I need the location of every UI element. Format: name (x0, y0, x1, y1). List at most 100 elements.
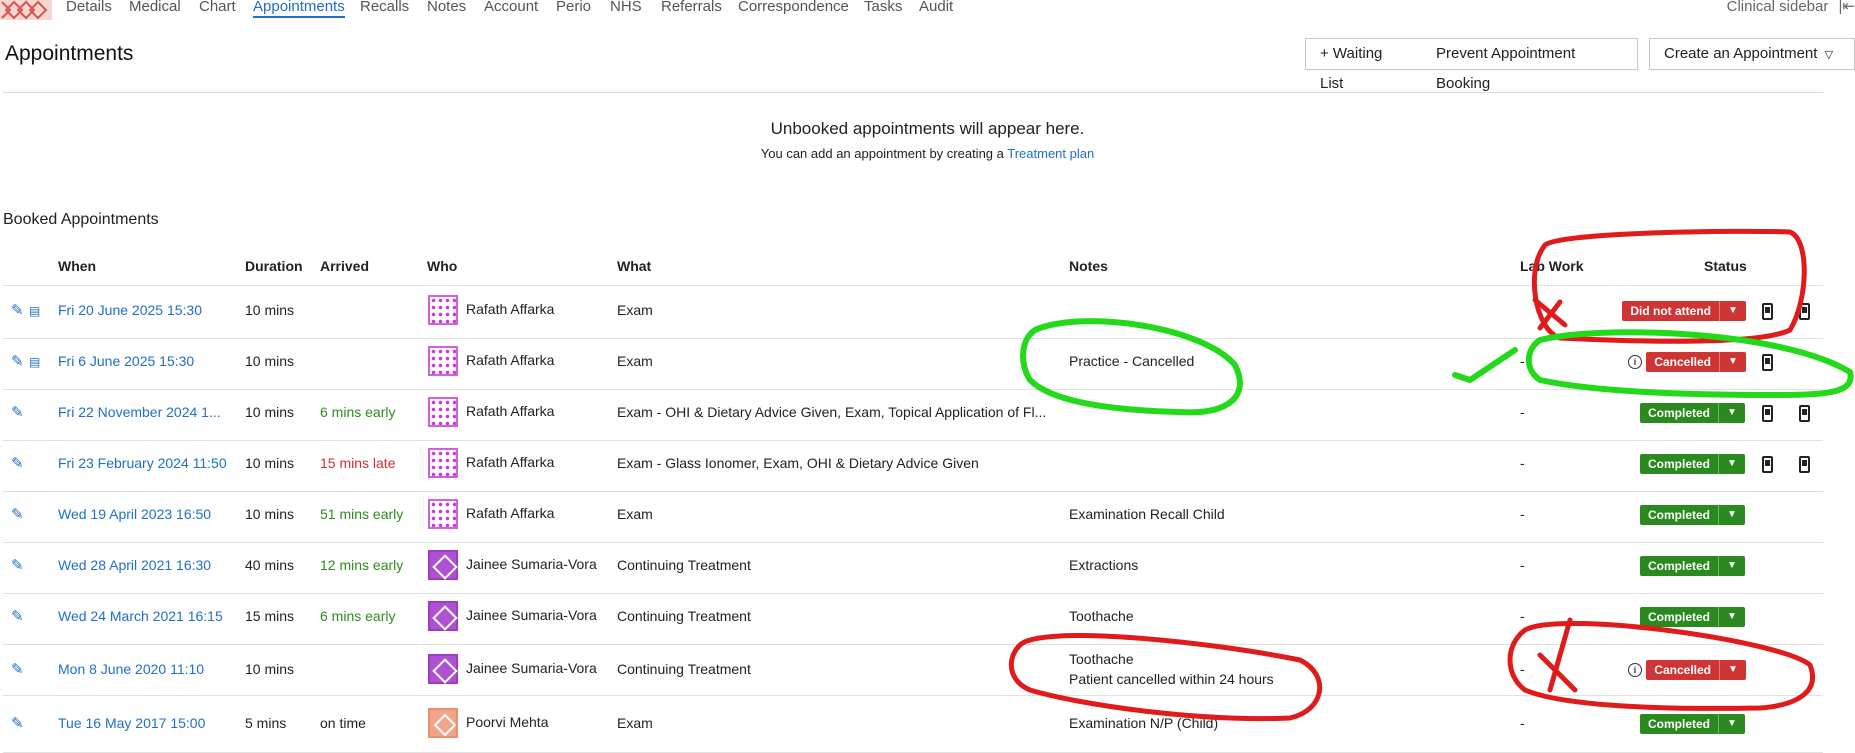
appointment-notes: Toothache (1069, 608, 1134, 624)
treatment-description: Continuing Treatment (617, 557, 751, 573)
chevron-down-icon[interactable]: ▼ (1718, 607, 1745, 627)
mobile-icon[interactable] (1799, 405, 1810, 422)
col-notes[interactable]: Notes (1069, 258, 1108, 274)
booked-appointments-title: Booked Appointments (3, 211, 159, 228)
status-dropdown[interactable]: Completed ▼ (1639, 454, 1745, 474)
edit-icon[interactable]: ✎ (11, 405, 24, 421)
chevron-down-icon[interactable]: ▼ (1718, 454, 1745, 474)
edit-icon[interactable]: ✎ (11, 456, 24, 472)
status-dropdown[interactable]: Cancelled ▼ (1646, 352, 1746, 372)
chevron-down-icon: ▽ (1824, 49, 1834, 61)
row-divider (3, 338, 1823, 339)
clinician-name: Rafath Affarka (466, 505, 555, 521)
status-dropdown[interactable]: Cancelled ▼ (1646, 660, 1746, 680)
edit-icon[interactable]: ✎ (11, 716, 24, 732)
appointment-date-link[interactable]: Fri 22 November 2024 1... (58, 404, 221, 420)
mobile-icon[interactable] (1799, 456, 1810, 473)
waiting-list-button[interactable]: + Waiting List (1305, 38, 1423, 92)
tab-perio[interactable]: Perio (556, 0, 591, 14)
table-header-border (3, 285, 1823, 286)
status-dropdown[interactable]: Completed ▼ (1639, 403, 1745, 423)
clipboard-icon[interactable]: ▤ (29, 303, 40, 319)
create-appointment-button[interactable]: Create an Appointment ▽ (1649, 38, 1855, 70)
status-label: Completed (1639, 403, 1718, 423)
edit-icon[interactable]: ✎ (11, 609, 24, 625)
chevron-down-icon[interactable]: ▼ (1719, 352, 1746, 372)
tab-audit[interactable]: Audit (919, 0, 953, 14)
prevent-appointment-booking-button[interactable]: Prevent Appointment Booking (1422, 38, 1638, 92)
col-duration[interactable]: Duration (245, 258, 303, 274)
chevron-down-icon[interactable]: ▼ (1719, 660, 1746, 680)
appointment-date-link[interactable]: Mon 8 June 2020 11:10 (58, 661, 204, 677)
mobile-icon[interactable] (1762, 354, 1773, 371)
practice-logo[interactable] (0, 0, 52, 20)
lab-work-value: - (1520, 557, 1525, 573)
status-dropdown[interactable]: Completed ▼ (1639, 505, 1745, 525)
treatment-description: Exam (617, 715, 653, 731)
appointment-date-link[interactable]: Fri 20 June 2025 15:30 (58, 302, 202, 318)
tab-medical[interactable]: Medical (129, 0, 181, 14)
lab-work-value: - (1520, 404, 1525, 420)
status-label: Cancelled (1646, 352, 1719, 372)
chevron-down-icon[interactable]: ▼ (1718, 714, 1745, 734)
col-when[interactable]: When (58, 258, 96, 274)
appointment-date-link[interactable]: Wed 24 March 2021 16:15 (58, 608, 223, 624)
mobile-icon[interactable] (1799, 303, 1810, 320)
status-dropdown[interactable]: Completed ▼ (1639, 556, 1745, 576)
col-status[interactable]: Status (1704, 258, 1747, 274)
mobile-icon[interactable] (1762, 456, 1773, 473)
appointment-date-link[interactable]: Fri 6 June 2025 15:30 (58, 353, 194, 369)
col-who[interactable]: Who (427, 258, 457, 274)
status-dropdown[interactable]: Completed ▼ (1639, 607, 1745, 627)
treatment-description: Exam - OHI & Dietary Advice Given, Exam,… (617, 404, 1047, 420)
tab-recalls[interactable]: Recalls (360, 0, 409, 14)
col-what[interactable]: What (617, 258, 651, 274)
avatar (428, 448, 458, 478)
tab-appointments[interactable]: Appointments (253, 0, 345, 18)
edit-icon[interactable]: ✎ (11, 662, 24, 678)
appointment-notes: Examination N/P (Child) (1069, 715, 1219, 731)
chevron-down-icon[interactable]: ▼ (1718, 556, 1745, 576)
mobile-icon[interactable] (1762, 405, 1773, 422)
tab-nhs[interactable]: NHS (610, 0, 642, 14)
appointment-date-link[interactable]: Fri 23 February 2024 11:50 (58, 455, 227, 471)
appointment-date-link[interactable]: Wed 19 April 2023 16:50 (58, 506, 211, 522)
edit-icon[interactable]: ✎ (11, 354, 24, 370)
edit-icon[interactable]: ✎ (11, 303, 24, 319)
tab-account[interactable]: Account (484, 0, 538, 14)
clipboard-icon[interactable]: ▤ (29, 354, 40, 370)
info-icon[interactable]: i (1628, 663, 1642, 677)
status-label: Completed (1639, 556, 1718, 576)
treatment-plan-link[interactable]: Treatment plan (1007, 146, 1094, 161)
tab-details[interactable]: Details (66, 0, 112, 14)
tab-referrals[interactable]: Referrals (661, 0, 722, 14)
edit-icon[interactable]: ✎ (11, 558, 24, 574)
appointment-notes: Examination Recall Child (1069, 506, 1225, 522)
tab-notes[interactable]: Notes (427, 0, 466, 14)
red-cross-top (1532, 297, 1568, 331)
chevron-down-icon[interactable]: ▼ (1719, 301, 1746, 321)
edit-icon[interactable]: ✎ (11, 507, 24, 523)
status-dropdown[interactable]: Completed ▼ (1639, 714, 1745, 734)
treatment-description: Continuing Treatment (617, 608, 751, 624)
tab-tasks[interactable]: Tasks (864, 0, 902, 14)
tab-correspondence[interactable]: Correspondence (738, 0, 849, 14)
lab-work-value: - (1520, 353, 1525, 369)
duration-value: 10 mins (245, 353, 295, 369)
row-divider (3, 644, 1823, 645)
info-icon[interactable]: i (1628, 355, 1642, 369)
status-dropdown[interactable]: Did not attend ▼ (1622, 301, 1746, 321)
clinical-sidebar-toggle[interactable]: Clinical sidebar |⇤ (1727, 0, 1855, 14)
col-lab-work[interactable]: Lab Work (1520, 258, 1584, 274)
row-divider (3, 440, 1823, 441)
chevron-down-icon[interactable]: ▼ (1718, 505, 1745, 525)
appointment-date-link[interactable]: Wed 28 April 2021 16:30 (58, 557, 211, 573)
red-circle-status-top (1531, 228, 1807, 344)
mobile-icon[interactable] (1762, 303, 1773, 320)
chevron-down-icon[interactable]: ▼ (1718, 403, 1745, 423)
tab-chart[interactable]: Chart (199, 0, 236, 14)
avatar (428, 550, 458, 580)
col-arrived[interactable]: Arrived (320, 258, 369, 274)
status-label: Completed (1639, 454, 1718, 474)
appointment-date-link[interactable]: Tue 16 May 2017 15:00 (58, 715, 205, 731)
